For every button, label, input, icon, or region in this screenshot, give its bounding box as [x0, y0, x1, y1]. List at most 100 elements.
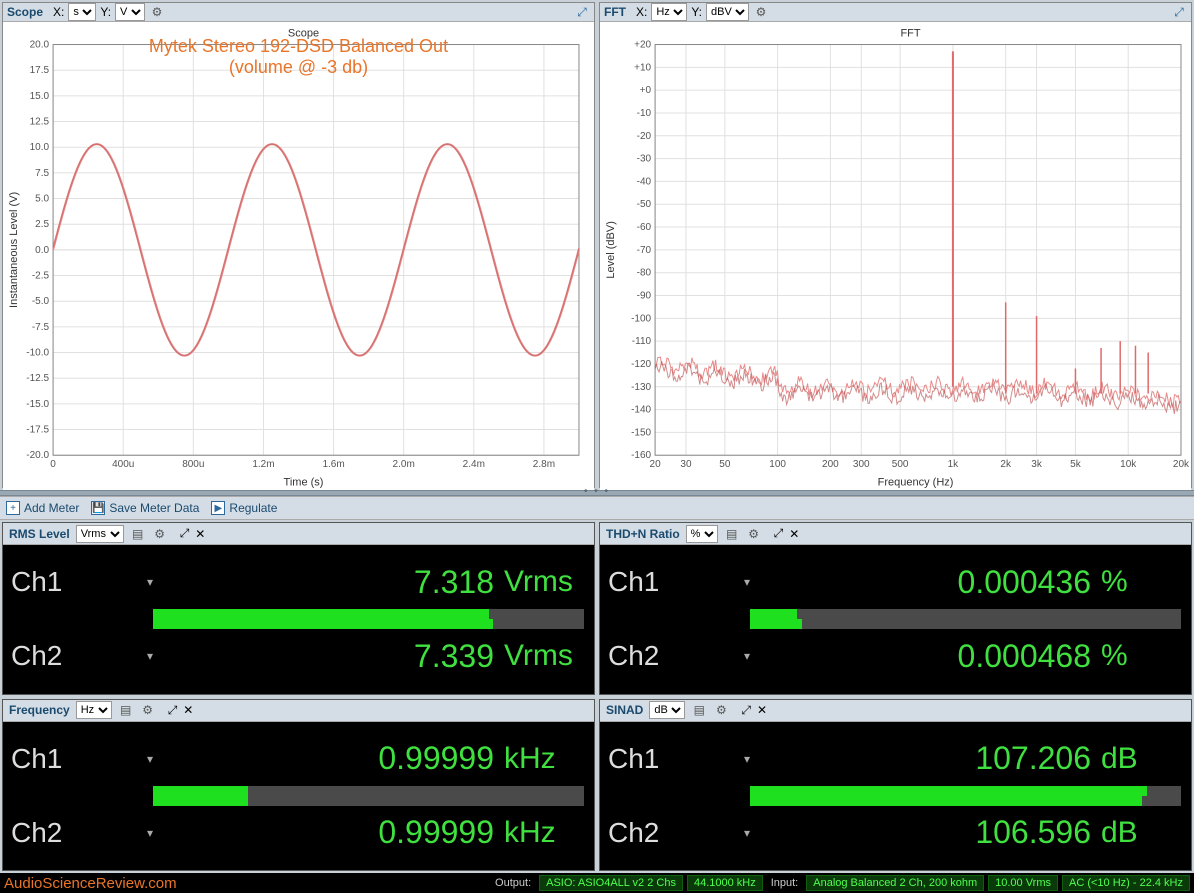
fft-x-unit-select[interactable]: Hz — [651, 3, 687, 21]
svg-text:-90: -90 — [637, 291, 652, 302]
output-driver-pill[interactable]: ASIO: ASIO4ALL v2 2 Chs — [539, 875, 683, 891]
chevron-down-icon[interactable]: ▾ — [740, 649, 754, 663]
rms-title: RMS Level — [9, 527, 70, 541]
svg-text:500: 500 — [892, 459, 909, 470]
gear-icon[interactable]: ⚙ — [152, 526, 168, 542]
input-filter-pill[interactable]: AC (<10 Hz) - 22.4 kHz — [1062, 875, 1190, 891]
freq-ch1-bar — [153, 786, 584, 796]
svg-text:-10: -10 — [637, 108, 652, 119]
svg-text:-5.0: -5.0 — [32, 296, 50, 307]
thdn-ch2-bar — [750, 619, 1181, 629]
channel-label: Ch1 — [3, 722, 143, 796]
input-range-pill[interactable]: 10.00 Vrms — [988, 875, 1058, 891]
save-meter-button[interactable]: 💾Save Meter Data — [91, 501, 199, 515]
rms-ch2-row: Ch2 ▾ 7.339Vrms — [3, 619, 594, 693]
chevron-down-icon[interactable]: ▾ — [143, 649, 157, 663]
svg-text:5.0: 5.0 — [35, 194, 49, 205]
meter-toolbar: +Add Meter 💾Save Meter Data ▶Regulate — [0, 496, 1194, 520]
plus-icon: + — [6, 501, 20, 515]
popout-icon[interactable]: ⤢ — [741, 703, 751, 718]
fft-y-unit-select[interactable]: dBV — [706, 3, 749, 21]
chevron-down-icon[interactable]: ▾ — [143, 752, 157, 766]
svg-text:-20.0: -20.0 — [26, 450, 49, 461]
splitter-handle[interactable] — [0, 490, 1194, 496]
svg-text:Time (s): Time (s) — [284, 476, 324, 488]
gear-icon[interactable]: ⚙ — [713, 702, 729, 718]
fft-chart[interactable]: FFT -160-150-140-130-120-110-100-90-80-7… — [600, 22, 1191, 494]
thdn-ch1-row: Ch1 ▾ 0.000436% — [600, 545, 1191, 619]
close-icon[interactable]: ✕ — [183, 703, 193, 717]
close-icon[interactable]: ✕ — [195, 527, 205, 541]
svg-text:+20: +20 — [634, 40, 651, 51]
popout-icon[interactable]: ⤢ — [774, 526, 784, 541]
add-meter-button[interactable]: +Add Meter — [6, 501, 79, 515]
graph-mode-icon[interactable]: ▤ — [691, 702, 707, 718]
play-icon: ▶ — [211, 501, 225, 515]
sinad-unit-select[interactable]: dB — [649, 701, 685, 719]
channel-label: Ch2 — [600, 619, 740, 693]
scope-y-unit-select[interactable]: V — [115, 3, 145, 21]
svg-text:-110: -110 — [632, 336, 652, 347]
svg-text:-10.0: -10.0 — [26, 348, 49, 359]
output-label: Output: — [491, 877, 535, 889]
freq-ch1-row: Ch1 ▾ 0.99999kHz — [3, 722, 594, 796]
fft-panel: FFT X: Hz Y: dBV ⚙ ⤢ FFT -160-150-140-13… — [599, 2, 1192, 488]
sinad-ch2-row: Ch2 ▾ 106.596dB — [600, 796, 1191, 870]
rms-unit-select[interactable]: Vrms — [76, 525, 124, 543]
scope-svg: Scope -20.0-17.5-15.0-12.5-10.0-7.5-5.0-… — [3, 22, 594, 494]
svg-text:50: 50 — [719, 459, 731, 470]
popout-icon[interactable]: ⤢ — [168, 703, 178, 718]
sinad-ch1-unit: dB — [1101, 742, 1181, 776]
svg-text:10k: 10k — [1120, 459, 1137, 470]
freq-ch2-row: Ch2 ▾ 0.99999kHz — [3, 796, 594, 870]
thdn-unit-select[interactable]: % — [686, 525, 718, 543]
channel-label: Ch2 — [3, 796, 143, 870]
svg-text:15.0: 15.0 — [30, 91, 50, 102]
close-icon[interactable]: ✕ — [757, 703, 767, 717]
rms-ch2-value: 7.339 — [414, 638, 494, 675]
freq-ch1-unit: kHz — [504, 742, 584, 776]
chevron-down-icon[interactable]: ▾ — [740, 752, 754, 766]
popout-icon[interactable]: ⤢ — [1171, 4, 1187, 20]
chevron-down-icon[interactable]: ▾ — [143, 575, 157, 589]
svg-text:17.5: 17.5 — [30, 65, 50, 76]
svg-text:0: 0 — [50, 459, 56, 470]
chevron-down-icon[interactable]: ▾ — [143, 826, 157, 840]
graph-mode-icon[interactable]: ▤ — [118, 702, 134, 718]
input-config-pill[interactable]: Analog Balanced 2 Ch, 200 kohm — [806, 875, 984, 891]
popout-icon[interactable]: ⤢ — [180, 526, 190, 541]
gear-icon[interactable]: ⚙ — [140, 702, 156, 718]
sinad-meter: SINAD dB ▤ ⚙ ⤢ ✕ Ch1 ▾ 107.206dB Ch2 ▾ 1… — [599, 699, 1192, 872]
svg-text:-30: -30 — [637, 154, 652, 165]
gear-icon[interactable]: ⚙ — [149, 4, 165, 20]
scope-chart[interactable]: Mytek Stereo 192-DSD Balanced Out (volum… — [3, 22, 594, 494]
svg-text:20: 20 — [650, 459, 662, 470]
freq-unit-select[interactable]: Hz — [76, 701, 112, 719]
popout-icon[interactable]: ⤢ — [574, 4, 590, 20]
scope-x-unit-select[interactable]: s — [68, 3, 96, 21]
close-icon[interactable]: ✕ — [789, 527, 799, 541]
gear-icon[interactable]: ⚙ — [753, 4, 769, 20]
svg-text:2.5: 2.5 — [35, 219, 49, 230]
gear-icon[interactable]: ⚙ — [746, 526, 762, 542]
output-rate-pill[interactable]: 44.1000 kHz — [687, 875, 763, 891]
regulate-button[interactable]: ▶Regulate — [211, 501, 277, 515]
scope-title: Scope — [7, 5, 43, 19]
rms-meter: RMS Level Vrms ▤ ⚙ ⤢ ✕ Ch1 ▾ 7.318Vrms C… — [2, 522, 595, 695]
svg-text:400u: 400u — [112, 459, 134, 470]
thdn-ch1-value: 0.000436 — [958, 564, 1091, 601]
chevron-down-icon[interactable]: ▾ — [740, 575, 754, 589]
svg-text:FFT: FFT — [900, 28, 920, 40]
svg-text:-100: -100 — [631, 313, 651, 324]
graph-mode-icon[interactable]: ▤ — [130, 526, 146, 542]
svg-text:2.0m: 2.0m — [393, 459, 415, 470]
rms-ch1-unit: Vrms — [504, 565, 584, 599]
sinad-ch2-value: 106.596 — [975, 814, 1091, 851]
freq-ch2-value: 0.99999 — [378, 814, 494, 851]
graph-mode-icon[interactable]: ▤ — [724, 526, 740, 542]
scope-header: Scope X: s Y: V ⚙ ⤢ — [3, 3, 594, 22]
chevron-down-icon[interactable]: ▾ — [740, 826, 754, 840]
status-bar: AudioScienceReview.com Output: ASIO: ASI… — [0, 873, 1194, 893]
svg-text:1.6m: 1.6m — [322, 459, 344, 470]
svg-text:-15.0: -15.0 — [26, 399, 49, 410]
